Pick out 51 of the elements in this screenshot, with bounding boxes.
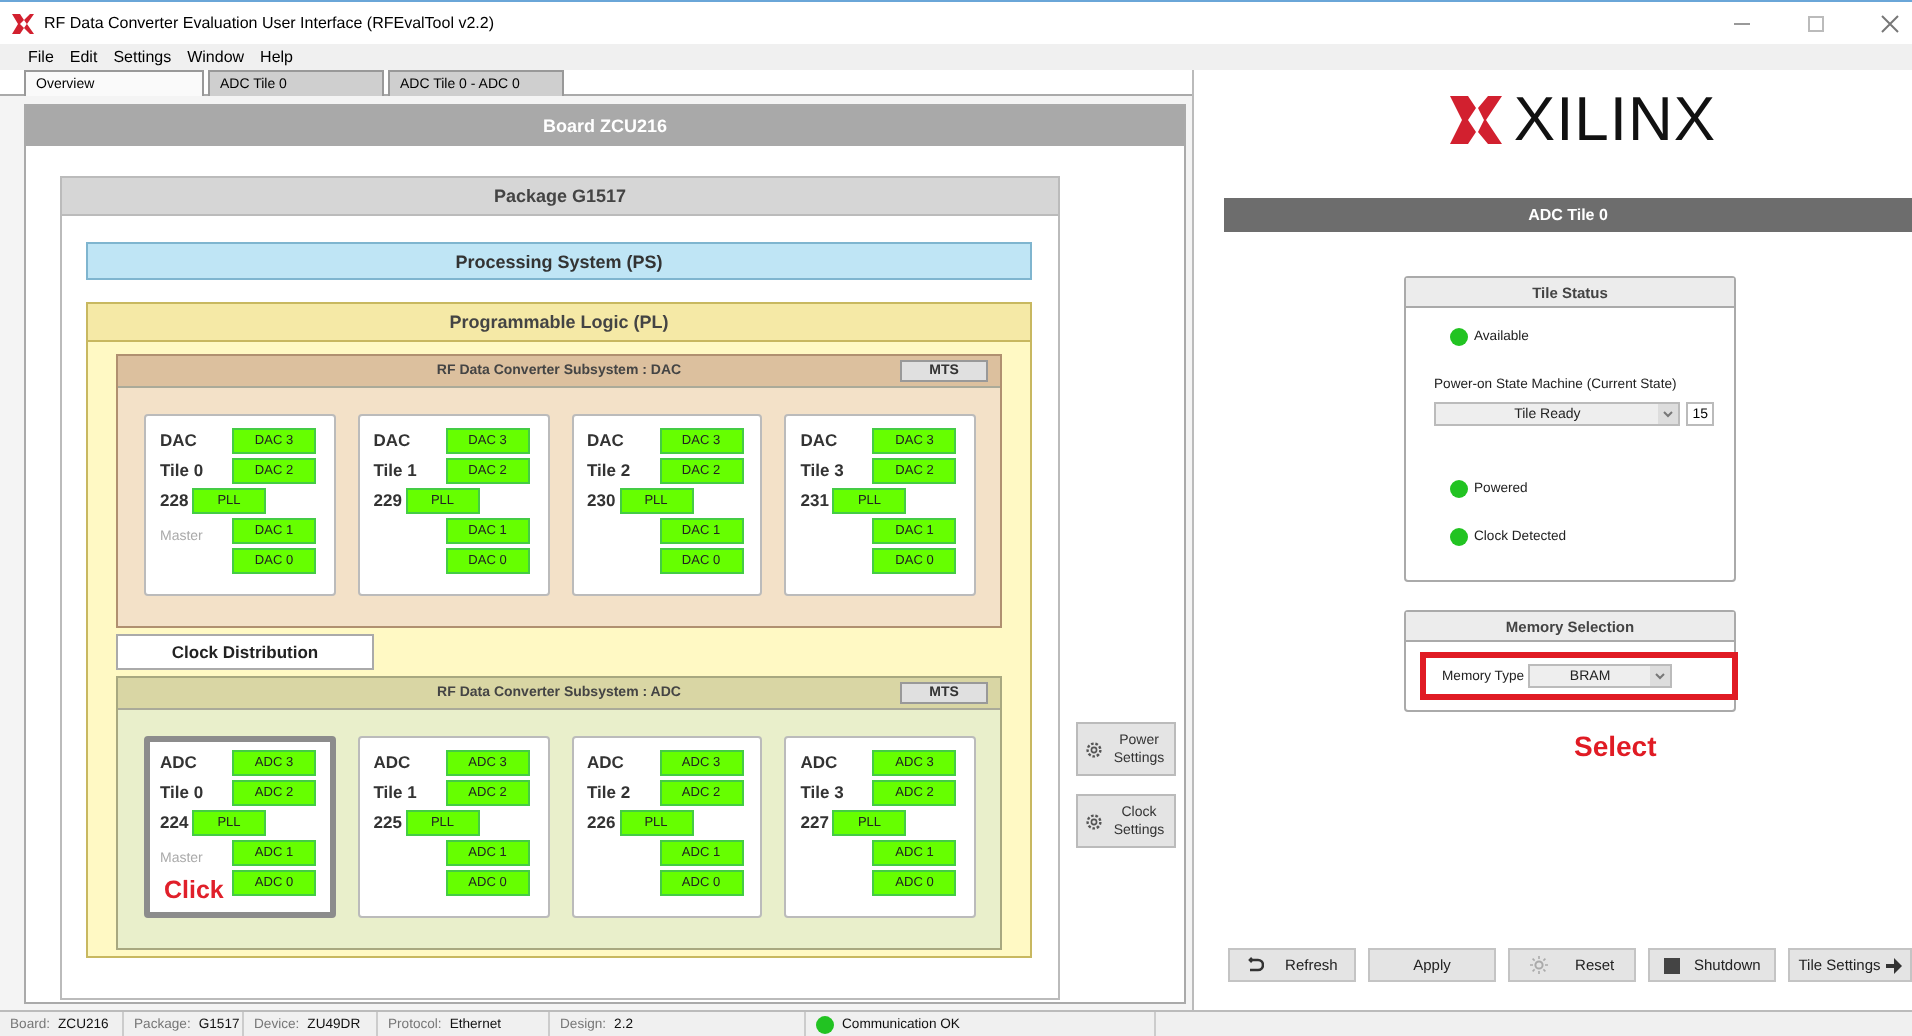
tile-number: 226 xyxy=(585,810,618,836)
tile-number: 231 xyxy=(798,488,831,514)
package-title: Package G1517 xyxy=(62,178,1058,216)
tile-name: Tile 3 xyxy=(798,458,846,484)
tile-name: Tile 1 xyxy=(371,780,419,806)
dropdown-caret-icon xyxy=(1650,666,1671,686)
tile-type-label: DAC xyxy=(158,428,199,454)
dropdown-caret-icon xyxy=(1658,404,1679,424)
tile-number: 229 xyxy=(371,488,404,514)
board-title: Board ZCU216 xyxy=(26,106,1184,146)
tile-type-label: DAC xyxy=(798,428,840,454)
logo-mark-icon xyxy=(1449,96,1502,144)
maximize-icon[interactable] xyxy=(1806,13,1826,33)
close-icon[interactable] xyxy=(1880,13,1900,33)
processing-system-block[interactable]: Processing System (PS) xyxy=(86,242,1032,280)
tile-name: Tile 2 xyxy=(585,458,633,484)
tile-type-label: DAC xyxy=(585,428,626,454)
stop-icon xyxy=(1663,957,1680,973)
annotation-text: Click xyxy=(164,876,224,904)
clock-distribution-button[interactable]: Clock Distribution xyxy=(116,634,374,670)
tile-name: Tile 0 xyxy=(158,458,206,484)
tile-name: Tile 0 xyxy=(158,780,206,806)
menu-item[interactable]: File xyxy=(28,48,54,66)
logo-text: XILINX xyxy=(1513,84,1717,156)
app-logo-icon xyxy=(12,13,34,33)
tile-type-label: ADC xyxy=(798,750,840,776)
tile-number: 228 xyxy=(158,488,191,514)
menu-item[interactable]: Edit xyxy=(69,48,98,66)
sun-icon xyxy=(1529,956,1548,974)
tile-type-label: ADC xyxy=(585,750,626,776)
tile-number: 227 xyxy=(798,810,831,836)
tile-type-label: ADC xyxy=(371,750,413,776)
arrow-right-icon xyxy=(1885,957,1902,973)
annotation-text: Select xyxy=(1574,730,1659,762)
tile-type-label: ADC xyxy=(158,750,199,776)
programmable-logic-title: Programmable Logic (PL) xyxy=(88,304,1030,342)
menu-item[interactable]: Settings xyxy=(113,48,172,66)
tile-name: Tile 3 xyxy=(798,780,846,806)
tile-name: Tile 2 xyxy=(585,780,633,806)
gear-icon xyxy=(1084,739,1104,759)
tile-number: 224 xyxy=(158,810,191,836)
window-title: RF Data Converter Evaluation User Interface (RFEvalTool v2.2) xyxy=(44,14,496,32)
tile-number: 230 xyxy=(585,488,618,514)
tile-type-label: DAC xyxy=(371,428,413,454)
menu-item[interactable]: Window xyxy=(187,48,245,66)
menu-item[interactable]: Help xyxy=(260,48,293,66)
tile-number: 225 xyxy=(371,810,404,836)
refresh-icon xyxy=(1246,956,1265,974)
gear-icon xyxy=(1084,811,1104,831)
tile-name: Tile 1 xyxy=(371,458,419,484)
detail-header: ADC Tile 0 xyxy=(1224,198,1912,232)
